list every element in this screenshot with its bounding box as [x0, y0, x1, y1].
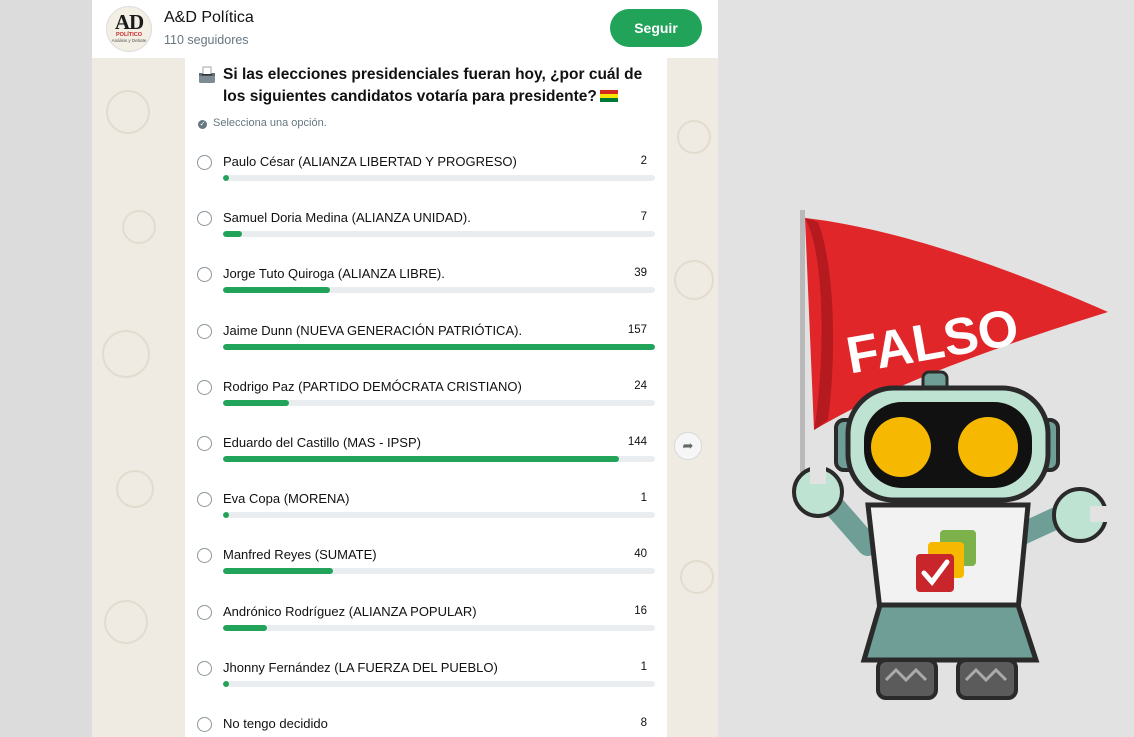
wallpaper-doodle — [122, 210, 156, 244]
wallpaper-doodle — [106, 90, 150, 134]
option-vote-count: 157 — [627, 323, 647, 336]
option-vote-count: 1 — [640, 660, 647, 673]
wallpaper-doodle — [102, 330, 150, 378]
option-vote-count: 7 — [640, 211, 647, 224]
option-label: Rodrigo Paz (PARTIDO DEMÓCRATA CRISTIANO… — [223, 378, 522, 394]
avatar-logo-tagline: Análisis y Debate — [111, 38, 147, 43]
option-vote-count: 39 — [634, 267, 647, 280]
option-progress-fill — [223, 456, 620, 462]
option-vote-count: 2 — [640, 155, 647, 167]
poll-hint: ✓ Selecciona una opción. — [198, 117, 327, 129]
option-label: No tengo decidido — [223, 716, 328, 731]
option-label: Manfred Reyes (SUMATE) — [223, 547, 377, 563]
poll-hint-text: Selecciona una opción. — [213, 117, 327, 129]
option-progress-fill — [223, 568, 334, 575]
option-progress-track — [223, 456, 655, 462]
poll-option[interactable]: No tengo decidido 8 — [185, 716, 667, 737]
poll-option[interactable]: Andrónico Rodríguez (ALIANZA POPULAR) 16 — [185, 604, 667, 652]
poll-option[interactable]: Eduardo del Castillo (MAS - IPSP) 144 — [185, 435, 667, 483]
option-progress-track — [223, 624, 655, 631]
option-radio[interactable] — [197, 155, 212, 170]
flag-pole — [800, 210, 805, 500]
wallpaper-doodle — [680, 560, 714, 594]
poll-option[interactable]: Paulo César (ALIANZA LIBERTAD Y PROGRESO… — [185, 154, 667, 202]
option-progress-track — [223, 568, 655, 575]
option-radio[interactable] — [197, 379, 212, 395]
option-progress-fill — [223, 231, 243, 238]
poll-option[interactable]: Jhonny Fernández (LA FUERZA DEL PUEBLO) 1 — [185, 660, 667, 708]
option-progress-fill — [223, 680, 230, 687]
option-progress-track — [223, 680, 655, 687]
channel-header: AD POLÍTICO Análisis y Debate A&D Políti… — [92, 0, 718, 58]
option-progress-fill — [223, 343, 655, 350]
poll-option[interactable]: Jorge Tuto Quiroga (ALIANZA LIBRE). 39 — [185, 266, 667, 314]
robot-eye-right — [958, 417, 1018, 477]
check-circle-icon: ✓ — [198, 120, 207, 129]
forward-button[interactable]: ➦ — [674, 432, 702, 460]
option-radio[interactable] — [197, 436, 212, 451]
poll-option[interactable]: Manfred Reyes (SUMATE) 40 — [185, 547, 667, 595]
option-vote-count: 8 — [640, 717, 647, 729]
option-label: Samuel Doria Medina (ALIANZA UNIDAD). — [223, 210, 471, 226]
option-vote-count: 40 — [634, 548, 647, 561]
option-label: Jorge Tuto Quiroga (ALIANZA LIBRE). — [223, 266, 445, 282]
option-radio[interactable] — [197, 323, 212, 339]
falso-robot-illustration: FALSO — [792, 210, 1116, 700]
option-radio[interactable] — [197, 548, 212, 564]
option-label: Jhonny Fernández (LA FUERZA DEL PUEBLO) — [223, 659, 498, 675]
robot-eye-left — [871, 417, 931, 477]
option-progress-track — [223, 343, 655, 350]
option-radio[interactable] — [197, 717, 212, 732]
wallpaper-doodle — [116, 470, 154, 508]
option-progress-fill — [223, 175, 230, 181]
option-progress-track — [223, 287, 655, 294]
poll-option[interactable]: Jaime Dunn (NUEVA GENERACIÓN PATRIÓTICA)… — [185, 323, 667, 371]
option-label: Eva Copa (MORENA) — [223, 491, 350, 507]
option-progress-fill — [223, 512, 230, 519]
option-vote-count: 16 — [634, 604, 647, 617]
option-progress-fill — [223, 287, 331, 294]
option-progress-track — [223, 175, 655, 181]
option-progress-track — [223, 399, 655, 406]
poll-option[interactable]: Eva Copa (MORENA) 1 — [185, 491, 667, 539]
channel-panel: AD POLÍTICO Análisis y Debate A&D Políti… — [92, 0, 718, 737]
poll-option[interactable]: Samuel Doria Medina (ALIANZA UNIDAD). 7 — [185, 210, 667, 258]
option-radio[interactable] — [197, 211, 212, 227]
option-label: Eduardo del Castillo (MAS - IPSP) — [223, 435, 421, 450]
poll-question-text: Si las elecciones presidenciales fueran … — [223, 66, 643, 105]
option-progress-fill — [223, 399, 290, 406]
poll-card: Si las elecciones presidenciales fueran … — [185, 58, 667, 737]
option-label: Paulo César (ALIANZA LIBERTAD Y PROGRESO… — [223, 154, 517, 169]
forward-icon: ➦ — [682, 438, 694, 453]
option-label: Jaime Dunn (NUEVA GENERACIÓN PATRIÓTICA)… — [223, 322, 523, 338]
option-vote-count: 24 — [634, 379, 647, 392]
option-radio[interactable] — [197, 604, 212, 620]
bolivia-flag-icon — [599, 90, 618, 102]
poll-option[interactable]: Rodrigo Paz (PARTIDO DEMÓCRATA CRISTIANO… — [185, 379, 667, 427]
ballot-box-icon — [199, 66, 215, 83]
poll-question: Si las elecciones presidenciales fueran … — [223, 64, 653, 108]
option-progress-fill — [223, 624, 268, 631]
option-progress-track — [223, 231, 655, 238]
left-background — [0, 0, 92, 737]
wallpaper-doodle — [674, 260, 714, 300]
option-vote-count: 1 — [640, 492, 647, 505]
follow-button[interactable]: Seguir — [610, 9, 702, 47]
option-radio[interactable] — [197, 492, 212, 508]
wallpaper-doodle — [677, 120, 711, 154]
channel-avatar[interactable]: AD POLÍTICO Análisis y Debate — [106, 6, 152, 52]
option-label: Andrónico Rodríguez (ALIANZA POPULAR) — [223, 603, 477, 619]
wallpaper-doodle — [104, 600, 148, 644]
option-radio[interactable] — [197, 660, 212, 676]
follower-count: 110 seguidores — [164, 33, 249, 47]
channel-name[interactable]: A&D Política — [164, 9, 254, 27]
option-radio[interactable] — [197, 267, 212, 283]
option-vote-count: 144 — [627, 436, 647, 448]
avatar-logo-text: AD — [114, 10, 144, 34]
option-progress-track — [223, 512, 655, 519]
